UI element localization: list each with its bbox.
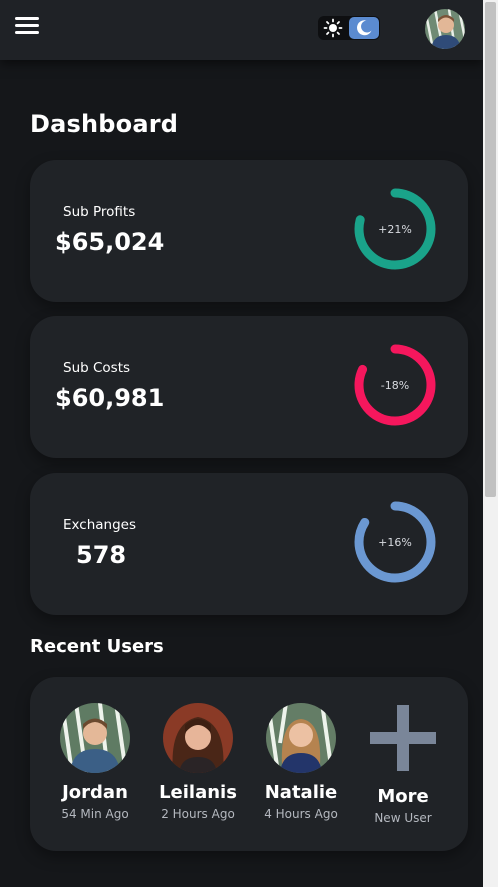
stat-value: $60,981 [55, 384, 165, 412]
user-avatar [163, 703, 233, 773]
user-item-leilanis[interactable]: Leilanis 2 Hours Ago [148, 703, 248, 821]
dark-mode-button[interactable] [349, 17, 379, 39]
change-label: +21% [378, 222, 412, 236]
more-users-button[interactable]: More New User [353, 703, 453, 825]
stat-card-sub-profits[interactable]: Sub Profits $65,024 +21% [30, 160, 468, 302]
user-time: 2 Hours Ago [161, 807, 235, 821]
user-name: Jordan [62, 782, 128, 803]
user-item-jordan[interactable]: Jordan 54 Min Ago [45, 703, 145, 821]
recent-users-card: Jordan 54 Min Ago Leilanis 2 Hours Ago N… [30, 677, 468, 851]
stat-label: Sub Profits [63, 204, 136, 220]
profile-avatar[interactable] [425, 9, 465, 49]
stat-card-exchanges[interactable]: Exchanges 578 +16% [30, 473, 468, 615]
progress-ring: +21% [350, 184, 440, 274]
stat-label: Exchanges [63, 517, 136, 533]
scrollbar-thumb[interactable] [485, 2, 496, 497]
user-time: 4 Hours Ago [264, 807, 338, 821]
theme-toggle[interactable] [318, 16, 380, 40]
top-bar [0, 0, 483, 60]
user-item-natalie[interactable]: Natalie 4 Hours Ago [251, 703, 351, 821]
user-name: Leilanis [159, 782, 237, 803]
section-title-recent-users: Recent Users [30, 636, 164, 657]
more-sub-label: New User [374, 811, 432, 825]
stat-card-sub-costs[interactable]: Sub Costs $60,981 -18% [30, 316, 468, 458]
user-name: Natalie [264, 782, 338, 803]
page-title: Dashboard [30, 110, 179, 138]
stat-label: Sub Costs [63, 360, 131, 376]
change-label: +16% [378, 535, 412, 549]
progress-ring: +16% [350, 497, 440, 587]
stat-value: $65,024 [55, 228, 165, 256]
plus-icon [370, 705, 436, 771]
user-avatar [60, 703, 130, 773]
more-label: More [377, 786, 429, 807]
stat-value: 578 [76, 541, 127, 569]
hamburger-menu-icon[interactable] [15, 17, 39, 37]
sun-icon[interactable] [323, 18, 343, 38]
user-avatar [266, 703, 336, 773]
change-label: -18% [380, 378, 410, 392]
user-time: 54 Min Ago [61, 807, 129, 821]
moon-icon [357, 20, 372, 36]
progress-ring: -18% [350, 340, 440, 430]
